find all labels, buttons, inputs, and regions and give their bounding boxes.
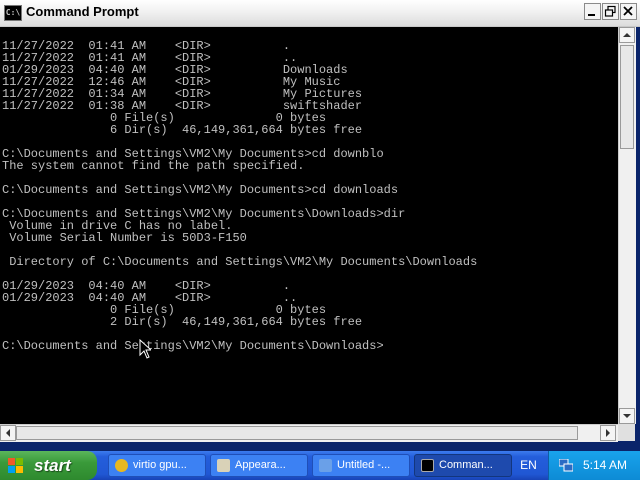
taskbar: start virtio gpu... Appeara... Untitled … [0, 451, 640, 480]
scroll-right-button[interactable] [600, 425, 616, 441]
start-button[interactable]: start [0, 451, 97, 480]
minimize-button[interactable] [584, 3, 601, 20]
language-indicator[interactable]: EN [512, 451, 545, 480]
mouse-cursor-icon [139, 339, 151, 359]
title-bar[interactable]: C:\ Command Prompt [0, 0, 640, 27]
scroll-down-button[interactable] [619, 408, 635, 424]
scrollbar-corner [618, 424, 635, 441]
taskbar-item-command-prompt[interactable]: Comman... [414, 454, 512, 477]
taskbar-item-label: Comman... [439, 459, 493, 471]
taskbar-item-paint[interactable]: Untitled -... [312, 454, 410, 477]
arrow-down-icon [623, 414, 631, 418]
minimize-icon [588, 14, 595, 16]
chrome-icon [115, 459, 128, 472]
horizontal-scrollbar[interactable] [0, 424, 618, 442]
console-text: 11/27/2022 01:41 AM <DIR> . 11/27/2022 0… [2, 39, 478, 353]
scroll-left-button[interactable] [0, 425, 16, 441]
taskbar-item-label: Untitled -... [337, 459, 391, 471]
taskbar-item-chrome[interactable]: virtio gpu... [108, 454, 206, 477]
arrow-right-icon [606, 429, 610, 437]
taskbar-item-label: Appeara... [235, 459, 286, 471]
console-output[interactable]: 11/27/2022 01:41 AM <DIR> . 11/27/2022 0… [0, 27, 618, 424]
system-tray: 5:14 AM [548, 451, 640, 480]
command-prompt-window[interactable]: C:\ Command Prompt 11/27/2022 01:41 AM <… [0, 0, 640, 451]
clock[interactable]: 5:14 AM [583, 451, 627, 480]
taskbar-item-appearance[interactable]: Appeara... [210, 454, 308, 477]
start-label: start [34, 456, 71, 475]
network-icon[interactable] [559, 459, 573, 472]
arrow-up-icon [623, 33, 631, 37]
window-title: Command Prompt [26, 4, 139, 19]
display-properties-icon [217, 459, 230, 472]
vertical-scroll-thumb[interactable] [620, 45, 634, 149]
paint-icon [319, 459, 332, 472]
horizontal-scroll-thumb[interactable] [16, 426, 578, 440]
close-icon [623, 6, 633, 16]
command-prompt-icon [421, 459, 434, 472]
scroll-up-button[interactable] [619, 27, 635, 43]
maximize-button[interactable] [602, 3, 619, 20]
close-button[interactable] [620, 3, 637, 20]
windows-logo-icon [8, 458, 24, 474]
maximize-icon [604, 5, 616, 17]
taskbar-item-label: virtio gpu... [133, 459, 187, 471]
command-prompt-icon[interactable]: C:\ [4, 5, 22, 21]
arrow-left-icon [6, 429, 10, 437]
vertical-scrollbar[interactable] [618, 27, 636, 424]
